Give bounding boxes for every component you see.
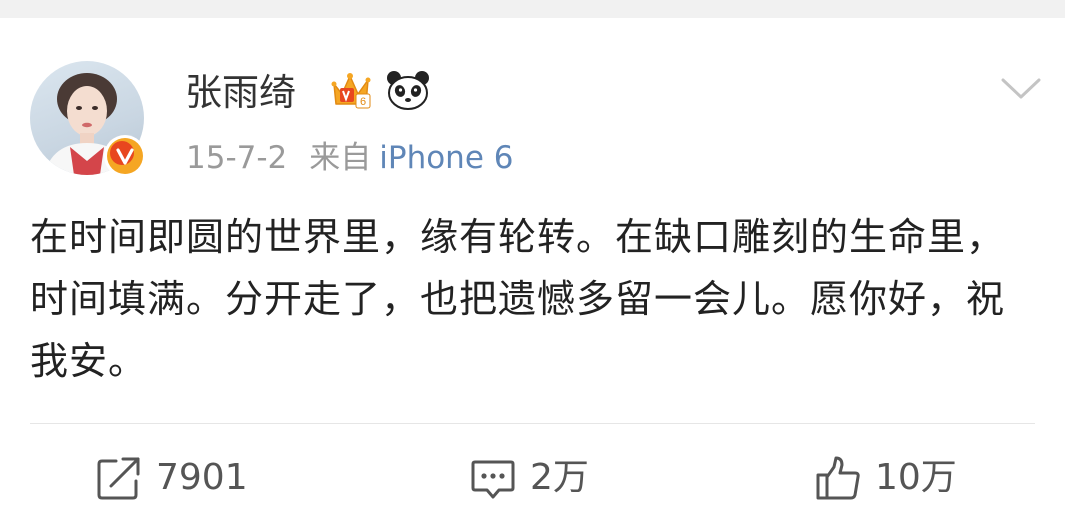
thumbs-up-icon [816,456,860,500]
chevron-down-icon[interactable] [1000,77,1042,101]
post-date: 15-7-2 [186,140,288,176]
post-meta: 15-7-2 来自 iPhone 6 [186,140,513,176]
svg-text:6: 6 [360,96,366,108]
post-body: 在时间即圆的世界里，缘有轮转。在缺口雕刻的生命里，时间填满。分开走了，也把遗憾多… [30,215,1006,383]
source-link[interactable]: iPhone 6 [379,140,513,176]
source-prefix: 来自 [309,140,372,176]
comment-icon [471,460,515,499]
crown-level-icon[interactable]: 6 [330,70,376,112]
divider [30,423,1035,424]
verified-v-icon [104,135,146,177]
like-button[interactable]: 10万 [815,452,957,504]
author-name[interactable]: 张雨绮 [185,70,296,116]
repost-button[interactable]: 7901 [96,452,248,504]
comment-count: 2万 [530,457,589,498]
like-count: 10万 [875,457,957,498]
comment-button[interactable]: 2万 [470,452,589,504]
repost-icon [97,457,140,500]
panda-icon [387,71,429,110]
top-strip [0,0,1065,18]
repost-count: 7901 [156,457,248,498]
